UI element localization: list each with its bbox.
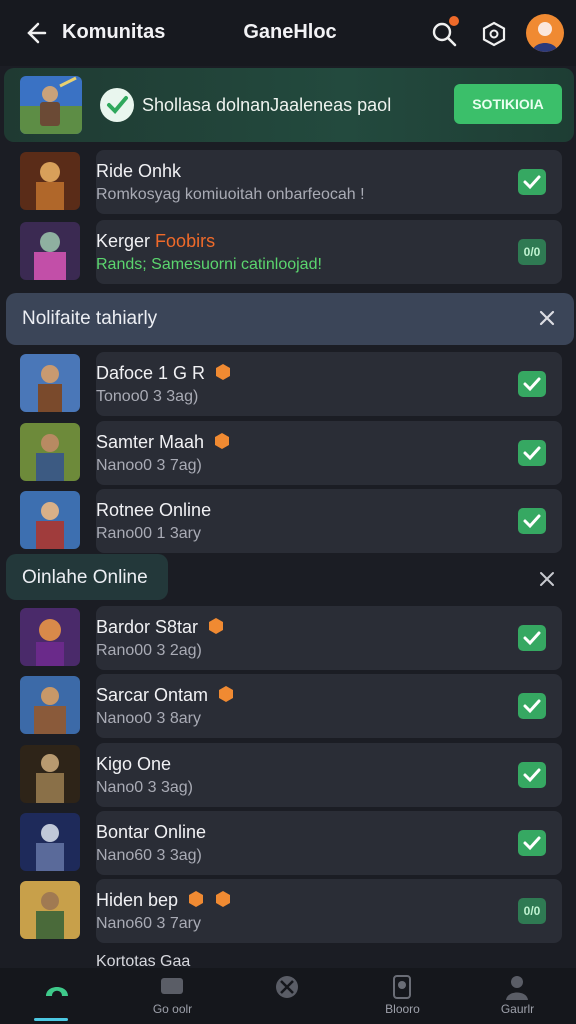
badge-icon (209, 618, 224, 634)
close-icon[interactable] (536, 568, 558, 590)
banner-action-button[interactable]: SOTIKIOIA (454, 84, 562, 124)
item-title: Dafoce 1 G R (96, 363, 232, 384)
list-item[interactable]: Samter Maah Nanoo0 3 7ag) (96, 421, 562, 485)
item-title: Samter Maah (96, 432, 231, 453)
list-item[interactable]: Bontar Online Nano60 3 3ag) (96, 811, 562, 875)
top-bar: Komunitas GaneHloc (0, 0, 576, 66)
section-header: Nolifaite tahiarly (6, 293, 574, 345)
item-subtitle: Rands; Samesuorni catinloojad! (96, 256, 322, 273)
check-icon[interactable] (518, 693, 546, 719)
settings-hex-icon[interactable] (480, 20, 508, 48)
check-icon[interactable] (518, 169, 546, 195)
xbox-icon (276, 976, 298, 998)
badge-icon (216, 364, 231, 380)
page-title: Komunitas (62, 21, 166, 43)
nav-home[interactable] (0, 968, 115, 1024)
profile-icon (506, 976, 528, 1000)
toggle-icon[interactable]: 0/0 (518, 898, 546, 924)
section-tab[interactable]: Oinlahe Online (6, 554, 168, 600)
back-arrow-icon[interactable] (22, 20, 48, 46)
item-subtitle: Tonoo0 3 3ag) (96, 388, 199, 405)
list-item[interactable]: Rotnee Online Rano00 1 3ary (96, 489, 562, 553)
item-title: Bardor S8tar (96, 617, 225, 638)
nav-chat[interactable]: Go oolr (115, 968, 230, 1024)
bottom-nav: Go oolr Blooro Gaurlr (0, 968, 576, 1024)
success-banner: Shollasa dolnanJaaleneas paol SOTIKIOIA (4, 68, 574, 142)
list-item[interactable]: Hiden bep Nano60 3 7ary 0/0 (96, 879, 562, 943)
nav-label: Gaurlr (500, 1002, 535, 1016)
game-thumbnail (20, 423, 80, 481)
item-title: Ride Onhk (96, 161, 182, 181)
active-indicator (34, 1018, 68, 1021)
item-title: Kigo One (96, 754, 172, 774)
item-subtitle: Nano60 3 3ag) (96, 847, 202, 864)
list-item[interactable]: Kigo One Nano0 3 3ag) (96, 743, 562, 807)
nav-profile[interactable]: Gaurlr (460, 968, 575, 1024)
item-title: Rotnee Online (96, 500, 212, 520)
item-subtitle: Romkosyag komiuoitah onbarfeocah ! (96, 186, 365, 203)
list-item[interactable]: Bardor S8tar Rano00 3 2ag) (96, 606, 562, 670)
check-icon (100, 88, 134, 122)
banner-message: Shollasa dolnanJaaleneas paol (142, 95, 392, 115)
badge-icon (219, 686, 234, 702)
close-icon[interactable] (536, 307, 558, 329)
app-name: GaneHloc (243, 21, 337, 43)
item-title: Sarcar Ontam (96, 685, 235, 706)
list-item[interactable]: Dafoce 1 G R Tonoo0 3 3ag) (96, 352, 562, 416)
item-title: Hiden bep (96, 890, 232, 911)
section-header: Oinlahe Online (6, 554, 574, 606)
item-title: Bontar Online (96, 822, 207, 842)
check-icon[interactable] (518, 762, 546, 788)
badge-icon (216, 891, 231, 907)
nav-label: Go oolr (152, 1002, 193, 1016)
game-thumbnail (20, 881, 80, 939)
item-title: Kerger Foobirs (96, 231, 216, 251)
game-thumbnail (20, 676, 80, 734)
list-item[interactable]: Ride Onhk Romkosyag komiuoitah onbarfeoc… (96, 150, 562, 214)
check-icon[interactable] (518, 440, 546, 466)
item-subtitle: Rano00 3 2ag) (96, 642, 202, 659)
home-icon (46, 987, 68, 996)
nav-label: Blooro (385, 1002, 420, 1016)
nav-xbox[interactable] (230, 968, 345, 1024)
item-subtitle: Nano60 3 7ary (96, 915, 201, 932)
game-thumbnail (20, 745, 80, 803)
badge-icon (189, 891, 204, 907)
notification-dot (449, 16, 459, 26)
check-icon[interactable] (518, 830, 546, 856)
game-thumbnail (20, 152, 80, 210)
game-thumbnail (20, 813, 80, 871)
game-thumbnail (20, 76, 82, 134)
item-subtitle: Nanoo0 3 8ary (96, 710, 201, 727)
game-thumbnail (20, 222, 80, 280)
list-item[interactable]: Kerger Foobirs Rands; Samesuorni catinlo… (96, 220, 562, 284)
item-subtitle: Nano0 3 3ag) (96, 779, 193, 796)
game-thumbnail (20, 354, 80, 412)
list-item[interactable]: Sarcar Ontam Nanoo0 3 8ary (96, 674, 562, 738)
item-subtitle: Rano00 1 3ary (96, 525, 201, 542)
section-title: Nolifaite tahiarly (22, 308, 158, 329)
game-thumbnail (20, 491, 80, 549)
section-title: Oinlahe Online (22, 567, 148, 588)
item-subtitle: Nanoo0 3 7ag) (96, 457, 202, 474)
check-icon[interactable] (518, 371, 546, 397)
check-icon[interactable] (518, 508, 546, 534)
chat-icon (161, 978, 183, 994)
badge-icon (215, 433, 230, 449)
toggle-icon[interactable]: 0/0 (518, 239, 546, 265)
game-thumbnail (20, 608, 80, 666)
device-icon (393, 975, 411, 999)
avatar[interactable] (526, 14, 564, 52)
check-icon[interactable] (518, 625, 546, 651)
nav-device[interactable]: Blooro (345, 968, 460, 1024)
